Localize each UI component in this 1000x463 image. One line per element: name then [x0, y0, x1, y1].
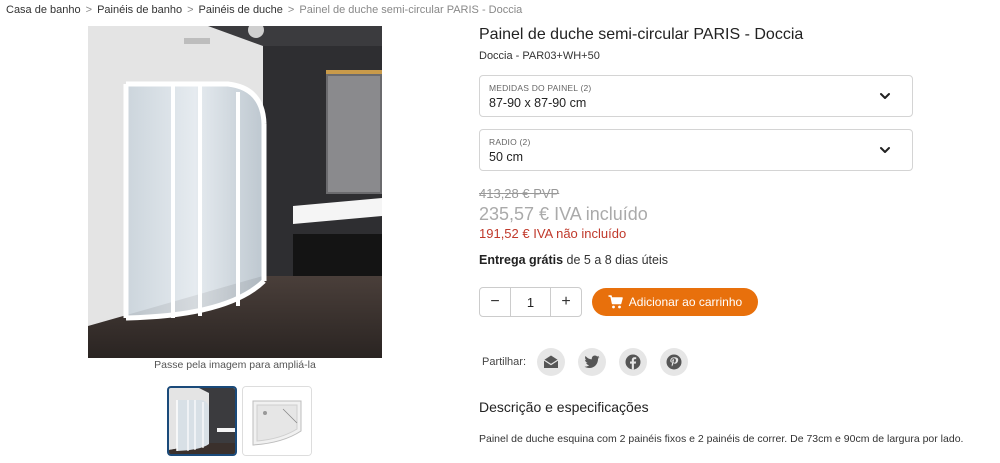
cart-icon — [608, 295, 623, 309]
description-title: Descrição e especificações — [479, 399, 649, 415]
panel-size-select[interactable]: MEDIDAS DO PAINEL (2) 87-90 x 87-90 cm — [479, 75, 913, 117]
facebook-icon — [625, 354, 641, 370]
pinterest-icon — [666, 354, 682, 370]
quantity-increase-button[interactable]: + — [551, 288, 581, 316]
quantity-input[interactable]: 1 — [510, 288, 551, 316]
quantity-stepper: − 1 + — [479, 287, 582, 317]
breadcrumb-link-casa-de-banho[interactable]: Casa de banho — [6, 4, 81, 16]
zoom-hint: Passe pela imagem para ampliá-la — [154, 359, 316, 371]
original-price: 413,28 € PVP — [479, 186, 560, 201]
radius-select[interactable]: RADIO (2) 50 cm — [479, 129, 913, 171]
shower-tray-thumbnail-icon — [243, 387, 311, 455]
product-main-image[interactable] — [88, 26, 382, 358]
select-value: 87-90 x 87-90 cm — [489, 96, 587, 110]
email-icon — [543, 355, 559, 368]
add-to-cart-label: Adicionar ao carrinho — [628, 295, 743, 309]
breadcrumb-link-paineis-de-duche[interactable]: Painéis de duche — [199, 4, 283, 16]
delivery-free-label: Entrega grátis — [479, 253, 564, 267]
chevron-down-icon — [880, 93, 890, 99]
share-twitter-button[interactable] — [578, 348, 606, 376]
shower-panel-thumbnail-icon — [169, 388, 235, 454]
delivery-info: Entrega grátis de 5 a 8 dias úteis — [479, 253, 668, 267]
breadcrumb-separator: > — [85, 4, 93, 16]
share-pinterest-button[interactable] — [660, 348, 688, 376]
breadcrumb-link-paineis-de-banho[interactable]: Painéis de banho — [97, 4, 182, 16]
share-email-button[interactable] — [537, 348, 565, 376]
twitter-icon — [584, 355, 600, 368]
breadcrumb-separator: > — [287, 4, 295, 16]
product-sku: Doccia - PAR03+WH+50 — [479, 50, 600, 62]
add-to-cart-button[interactable]: Adicionar ao carrinho — [592, 288, 758, 316]
price-with-vat: 235,57 € IVA incluído — [479, 204, 648, 224]
chevron-down-icon — [880, 147, 890, 153]
delivery-time: de 5 a 8 dias úteis — [563, 253, 668, 267]
thumbnail-shower-tray[interactable] — [242, 386, 312, 456]
price-without-vat: 191,52 € IVA não incluído — [479, 226, 627, 241]
select-label: RADIO (2) — [489, 137, 531, 147]
breadcrumb-current: Painel de duche semi-circular PARIS - Do… — [299, 4, 523, 16]
product-title: Painel de duche semi-circular PARIS - Do… — [479, 26, 804, 43]
share-facebook-button[interactable] — [619, 348, 647, 376]
select-label: MEDIDAS DO PAINEL (2) — [489, 83, 592, 93]
breadcrumb: Casa de banho > Painéis de banho > Painéis d… — [6, 4, 522, 16]
breadcrumb-separator: > — [187, 4, 194, 16]
quantity-decrease-button[interactable]: − — [480, 288, 510, 316]
description-text: Painel de duche esquina com 2 painéis fi… — [479, 433, 964, 445]
share-label: Partilhar: — [482, 356, 527, 368]
select-value: 50 cm — [489, 150, 524, 164]
shower-panel-photo — [88, 26, 382, 358]
thumbnail-shower-panel[interactable] — [167, 386, 237, 456]
